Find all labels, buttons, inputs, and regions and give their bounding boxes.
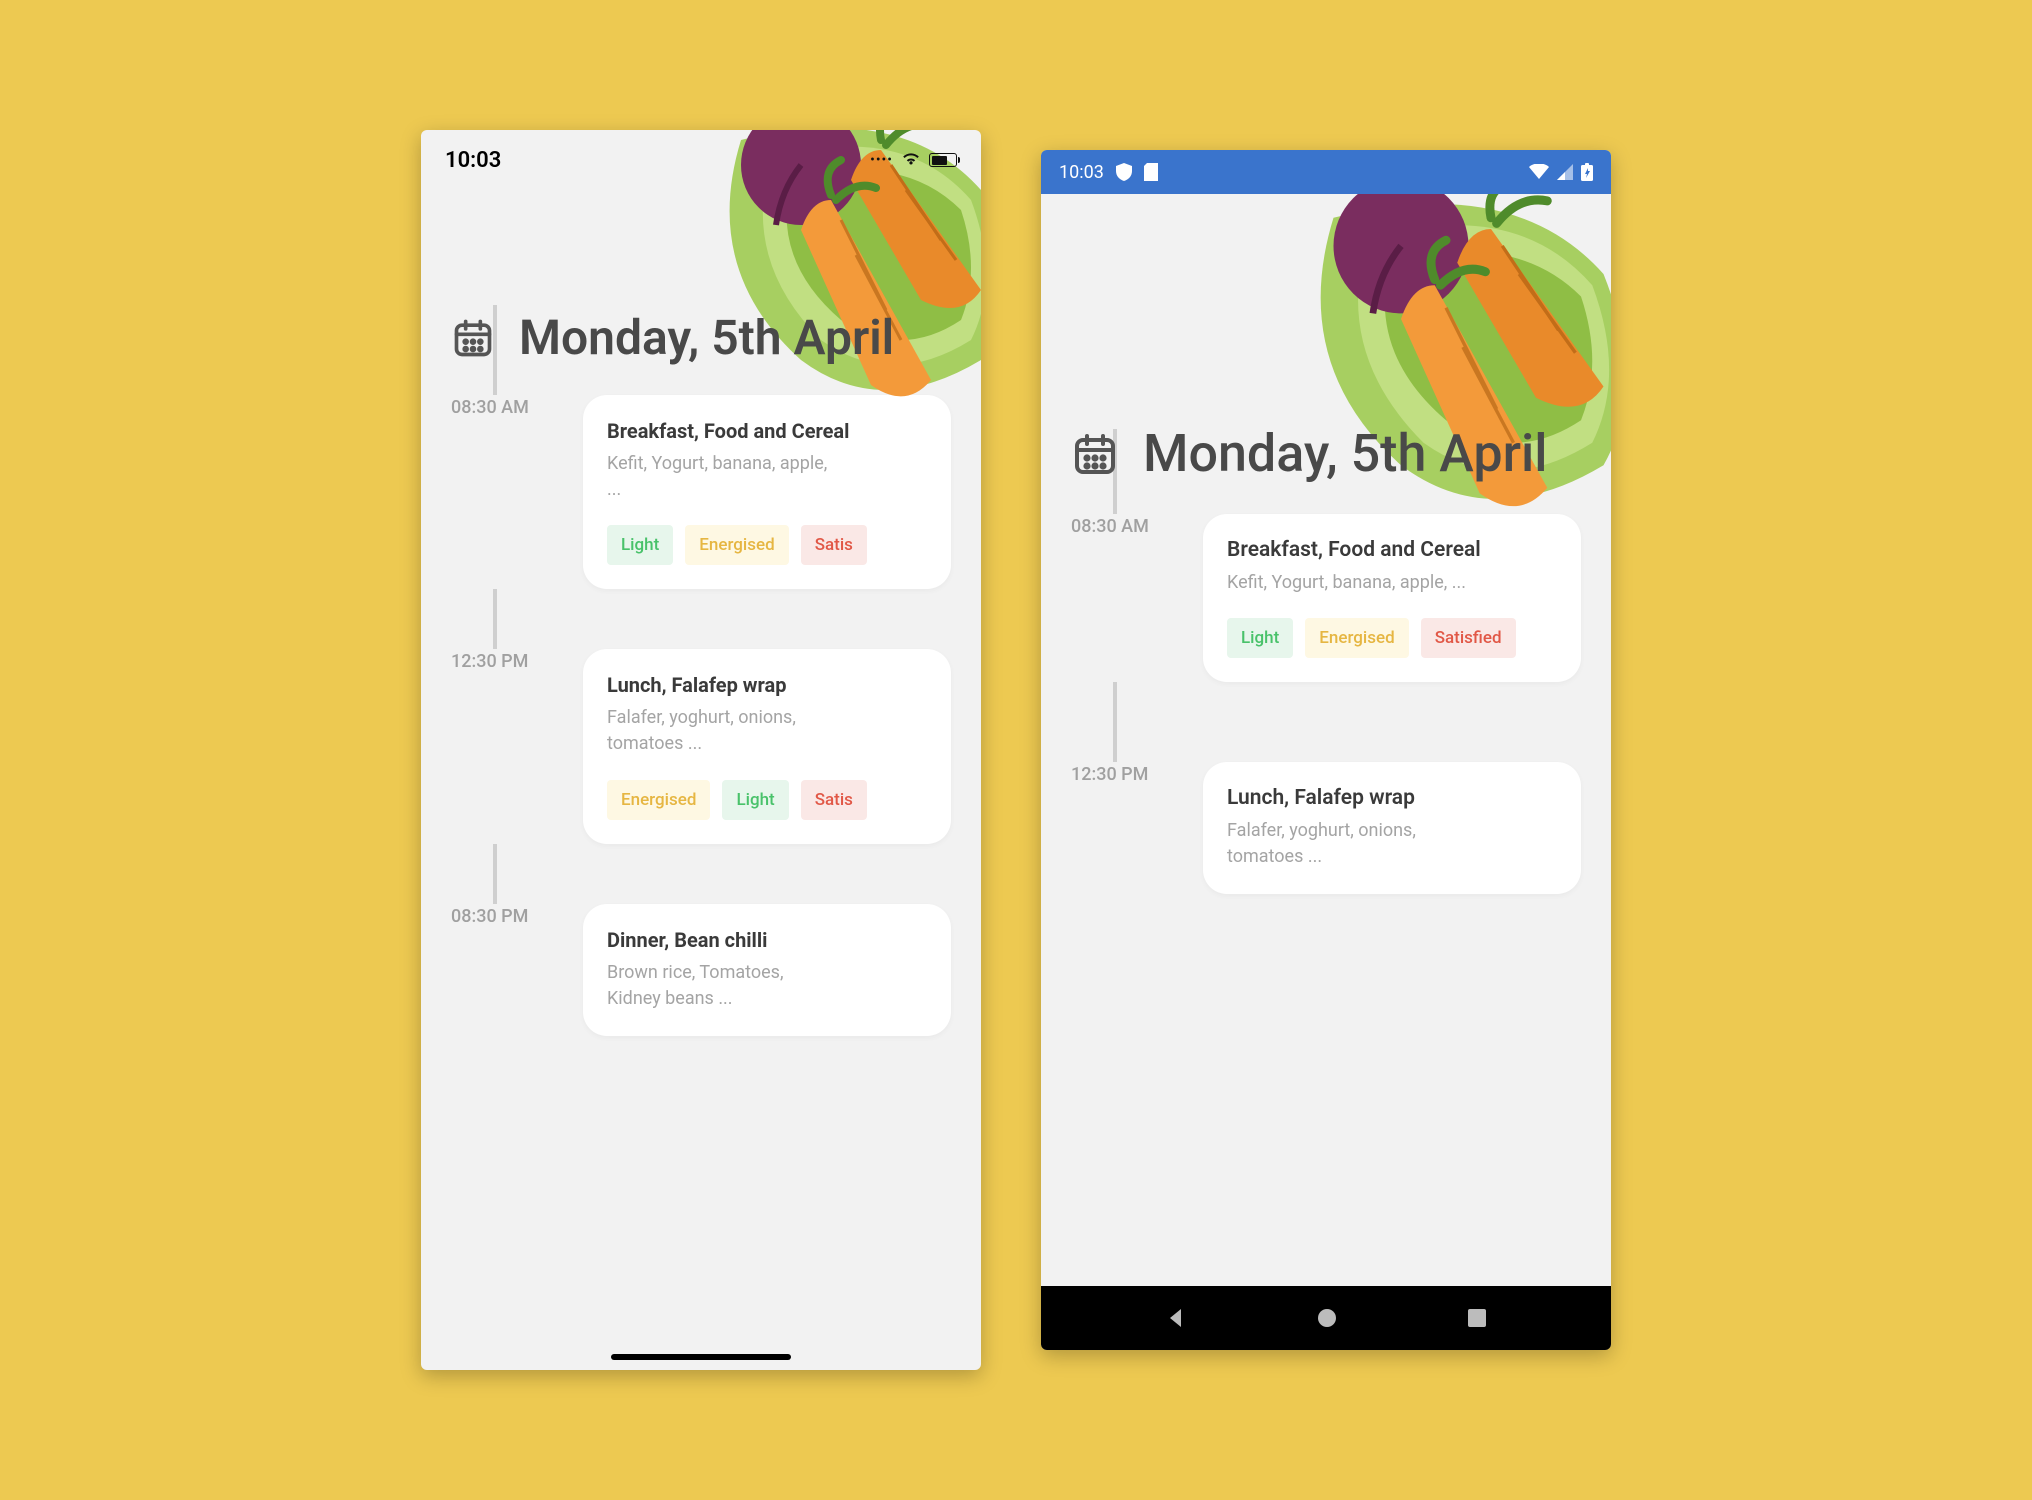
timeline-entry[interactable]: 08:30 AM Breakfast, Food and Cereal Kefi…	[451, 395, 951, 589]
meal-card[interactable]: Lunch, Falafep wrap Falafer, yoghurt, on…	[1203, 762, 1581, 894]
android-home-button[interactable]	[1315, 1306, 1339, 1330]
android-app-body: Monday, 5th April 08:30 AM Breakfast, Fo…	[1041, 194, 1611, 1286]
timeline-entry[interactable]: 12:30 PM Lunch, Falafep wrap Falafer, yo…	[1071, 762, 1581, 894]
ios-timeline[interactable]: 08:30 AM Breakfast, Food and Cereal Kefi…	[421, 365, 981, 1036]
tag-row: Light Energised Satis	[607, 525, 951, 565]
date-header: Monday, 5th April	[421, 310, 981, 365]
wifi-icon	[1529, 164, 1549, 180]
ios-device-frame: 10:03 ••••	[421, 130, 981, 1370]
tag-energised[interactable]: Energised	[685, 525, 788, 565]
ios-status-right: ••••	[870, 150, 957, 170]
calendar-icon	[451, 316, 495, 364]
meal-description: Falafer, yoghurt, onions, tomatoes ...	[607, 705, 837, 757]
ios-signal-dots-icon: ••••	[870, 152, 893, 168]
tag-row: Light Energised Satisfied	[1227, 618, 1557, 658]
meal-description: Brown rice, Tomatoes, Kidney beans ...	[607, 960, 837, 1012]
android-back-button[interactable]	[1164, 1306, 1188, 1330]
cellular-icon	[1557, 164, 1573, 180]
battery-icon	[929, 153, 957, 167]
android-status-right	[1529, 163, 1593, 181]
tag-light[interactable]: Light	[607, 525, 673, 565]
ios-home-indicator[interactable]	[611, 1354, 791, 1360]
timeline-entry[interactable]: 12:30 PM Lunch, Falafep wrap Falafer, yo…	[451, 649, 951, 843]
timeline-entry[interactable]: 08:30 PM Dinner, Bean chilli Brown rice,…	[451, 904, 951, 1036]
date-header: Monday, 5th April	[1041, 424, 1611, 484]
sd-card-icon	[1144, 163, 1158, 181]
meal-title: Lunch, Falafep wrap	[1227, 786, 1557, 810]
meal-description: Kefit, Yogurt, banana, apple, ...	[607, 451, 837, 503]
tag-light[interactable]: Light	[1227, 618, 1293, 658]
meal-card[interactable]: Breakfast, Food and Cereal Kefit, Yogurt…	[583, 395, 951, 589]
battery-charging-icon	[1581, 163, 1593, 181]
ios-status-time: 10:03	[445, 148, 501, 173]
entry-time: 12:30 PM	[1071, 762, 1175, 894]
android-status-left: 10:03	[1059, 162, 1158, 183]
entry-time: 08:30 AM	[1071, 514, 1175, 682]
meal-card[interactable]: Lunch, Falafep wrap Falafer, yoghurt, on…	[583, 649, 951, 843]
meal-title: Dinner, Bean chilli	[607, 928, 951, 952]
calendar-icon	[1071, 430, 1119, 482]
meal-title: Breakfast, Food and Cereal	[607, 419, 951, 443]
android-status-bar: 10:03	[1041, 150, 1611, 194]
meal-description: Kefit, Yogurt, banana, apple, ...	[1227, 570, 1487, 596]
shield-icon	[1116, 163, 1132, 181]
meal-description: Falafer, yoghurt, onions, tomatoes ...	[1227, 818, 1487, 870]
entry-time: 08:30 AM	[451, 395, 555, 589]
android-nav-bar	[1041, 1286, 1611, 1350]
wifi-icon	[901, 150, 921, 170]
android-timeline[interactable]: 08:30 AM Breakfast, Food and Cereal Kefi…	[1041, 484, 1611, 894]
meal-title: Lunch, Falafep wrap	[607, 673, 951, 697]
tag-satisfied[interactable]: Satis	[801, 780, 867, 820]
android-recents-button[interactable]	[1466, 1307, 1488, 1329]
android-device-frame: 10:03	[1041, 150, 1611, 1350]
date-title: Monday, 5th April	[1143, 424, 1547, 484]
entry-time: 08:30 PM	[451, 904, 555, 1036]
tag-satisfied[interactable]: Satis	[801, 525, 867, 565]
ios-app-body: 10:03 ••••	[421, 130, 981, 1370]
date-title: Monday, 5th April	[519, 310, 894, 365]
android-status-time: 10:03	[1059, 162, 1104, 183]
tag-energised[interactable]: Energised	[1305, 618, 1408, 658]
tag-row: Energised Light Satis	[607, 780, 951, 820]
meal-card[interactable]: Dinner, Bean chilli Brown rice, Tomatoes…	[583, 904, 951, 1036]
tag-light[interactable]: Light	[722, 780, 788, 820]
meal-card[interactable]: Breakfast, Food and Cereal Kefit, Yogurt…	[1203, 514, 1581, 682]
tag-energised[interactable]: Energised	[607, 780, 710, 820]
tag-satisfied[interactable]: Satisfied	[1421, 618, 1516, 658]
meal-title: Breakfast, Food and Cereal	[1227, 538, 1557, 562]
entry-time: 12:30 PM	[451, 649, 555, 843]
ios-status-bar: 10:03 ••••	[421, 130, 981, 190]
timeline-entry[interactable]: 08:30 AM Breakfast, Food and Cereal Kefi…	[1071, 514, 1581, 682]
